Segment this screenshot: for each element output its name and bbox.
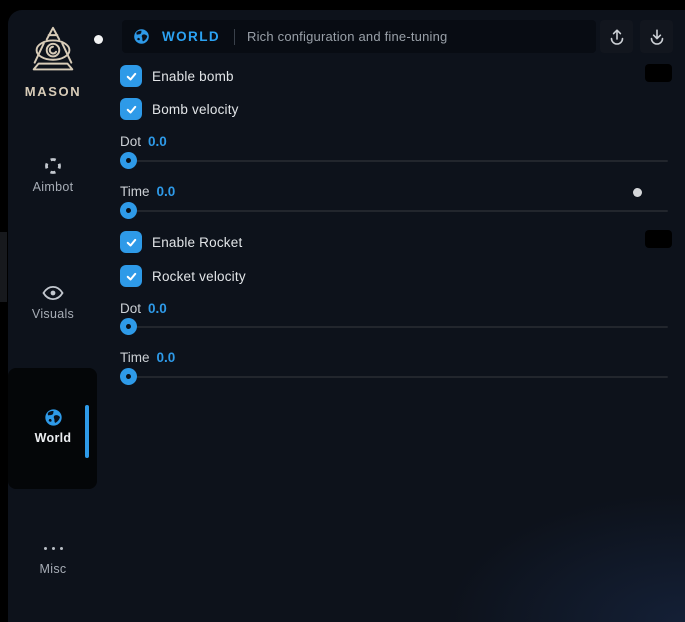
- sidebar-item-aimbot[interactable]: Aimbot: [8, 156, 98, 194]
- enable-rocket-checkbox[interactable]: [120, 231, 142, 253]
- bomb-color-swatch[interactable]: [645, 64, 672, 82]
- brand-name: MASON: [8, 84, 98, 99]
- sidebar-item-label: Visuals: [32, 307, 74, 321]
- rocket-dot-slider[interactable]: [120, 318, 668, 335]
- bomb-time-slider[interactable]: [120, 202, 668, 219]
- bomb-time-slider-label: Time 0.0: [120, 183, 175, 199]
- upload-button[interactable]: [600, 20, 633, 53]
- slider-track[interactable]: [120, 376, 668, 378]
- sidebar-item-label: Misc: [40, 562, 67, 576]
- rocket-time-slider-label: Time 0.0: [120, 349, 175, 365]
- bomb-dot-slider[interactable]: [120, 152, 668, 169]
- rocket-velocity-row: Rocket velocity: [120, 265, 246, 287]
- slider-track[interactable]: [120, 210, 668, 212]
- slider-track[interactable]: [120, 160, 668, 162]
- cursor-dot-2: [633, 188, 642, 197]
- download-button[interactable]: [640, 20, 673, 53]
- slider-name: Dot: [120, 301, 141, 316]
- download-icon: [648, 28, 666, 46]
- bomb-velocity-label: Bomb velocity: [152, 102, 239, 117]
- mason-logo-icon: [22, 25, 84, 81]
- rocket-time-slider[interactable]: [120, 368, 668, 385]
- page-title: WORLD: [162, 29, 220, 44]
- enable-rocket-label: Enable Rocket: [152, 235, 242, 250]
- slider-value: 0.0: [157, 184, 176, 199]
- rocket-velocity-checkbox[interactable]: [120, 265, 142, 287]
- menu-window: MASON Aimbot Visuals: [8, 10, 685, 622]
- enable-rocket-row: Enable Rocket: [120, 231, 242, 253]
- enable-bomb-checkbox[interactable]: [120, 65, 142, 87]
- slider-thumb[interactable]: [120, 368, 137, 385]
- eye-icon: [42, 283, 64, 303]
- page-header: WORLD Rich configuration and fine-tuning: [122, 20, 596, 53]
- bomb-velocity-row: Bomb velocity: [120, 98, 239, 120]
- slider-thumb[interactable]: [120, 152, 137, 169]
- sidebar-item-label: Aimbot: [33, 180, 74, 194]
- slider-value: 0.0: [148, 134, 167, 149]
- slider-value: 0.0: [148, 301, 167, 316]
- cheat-menu-screen: MASON Aimbot Visuals: [0, 0, 685, 622]
- slider-track[interactable]: [120, 326, 668, 328]
- rocket-velocity-label: Rocket velocity: [152, 269, 246, 284]
- slider-thumb[interactable]: [120, 318, 137, 335]
- upload-icon: [608, 28, 626, 46]
- enable-bomb-label: Enable bomb: [152, 69, 234, 84]
- slider-value: 0.0: [157, 350, 176, 365]
- background-edge-notch: [0, 232, 7, 302]
- sidebar-item-misc[interactable]: Misc: [8, 538, 98, 576]
- bomb-velocity-checkbox[interactable]: [120, 98, 142, 120]
- crosshair-icon: [43, 156, 63, 176]
- page-subtitle: Rich configuration and fine-tuning: [247, 29, 447, 44]
- selected-item-indicator: [85, 405, 89, 458]
- slider-name: Time: [120, 184, 150, 199]
- globe-icon: [133, 28, 150, 45]
- slider-thumb[interactable]: [120, 202, 137, 219]
- bomb-dot-slider-label: Dot 0.0: [120, 133, 167, 149]
- enable-bomb-row: Enable bomb: [120, 65, 234, 87]
- header-divider: [234, 29, 235, 45]
- slider-name: Dot: [120, 134, 141, 149]
- sidebar-item-label: World: [35, 431, 72, 445]
- globe-icon: [44, 407, 63, 427]
- slider-name: Time: [120, 350, 150, 365]
- cursor-dot: [94, 35, 103, 44]
- ellipsis-icon: [44, 538, 63, 558]
- sidebar-item-visuals[interactable]: Visuals: [8, 283, 98, 321]
- rocket-dot-slider-label: Dot 0.0: [120, 300, 167, 316]
- rocket-color-swatch[interactable]: [645, 230, 672, 248]
